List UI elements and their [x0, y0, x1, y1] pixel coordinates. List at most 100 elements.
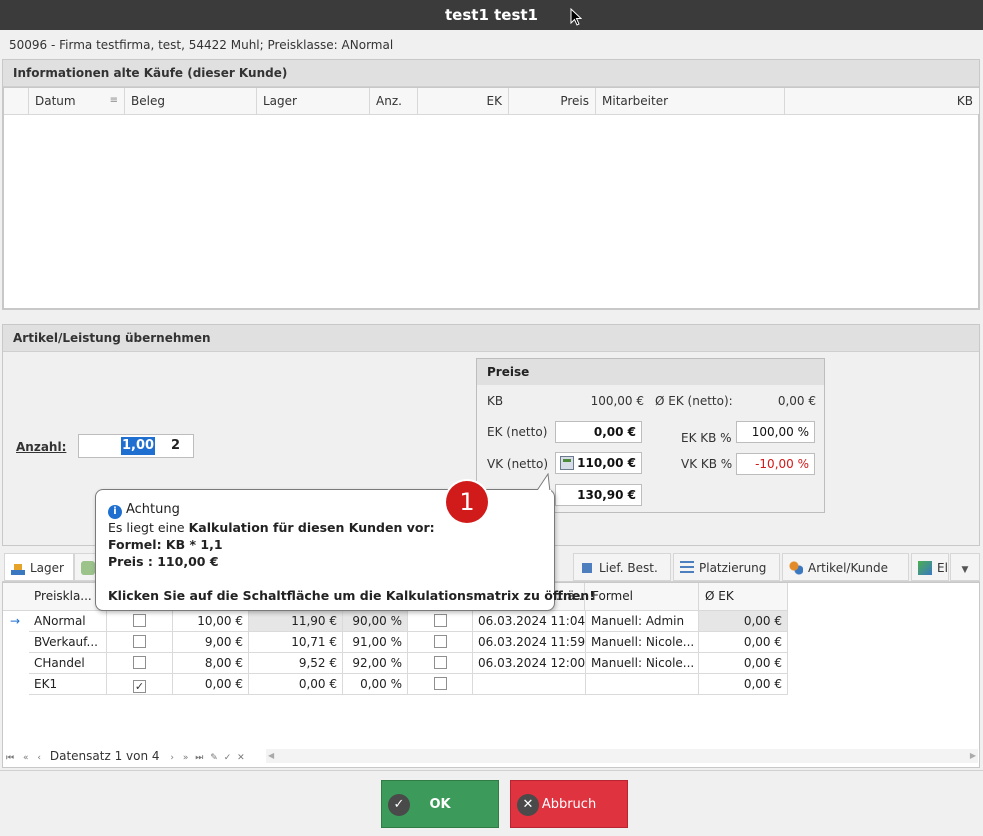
grid-cell-pct[interactable]: 0,00 % — [343, 674, 408, 695]
ek-kb-percent-field[interactable]: 100,00 % — [736, 421, 815, 443]
ok-button[interactable]: ✓ OK — [381, 780, 499, 828]
article-title: Artikel/Leistung übernehmen — [3, 325, 979, 352]
vk-netto-field[interactable]: 110,00 € — [555, 452, 642, 474]
grid-cell-checked2 — [408, 674, 473, 695]
grid-cell-date[interactable]: 06.03.2024 12:00 — [473, 653, 586, 674]
grid-cell-date[interactable]: 06.03.2024 11:04 — [473, 611, 586, 632]
save-record-icon[interactable]: ✓ — [224, 753, 232, 763]
checkbox[interactable] — [433, 614, 447, 627]
last-record-icon[interactable]: ⏭ — [195, 753, 203, 763]
grid-cell-avg_ek[interactable]: 0,00 € — [699, 674, 788, 695]
tab-el[interactable]: El — [911, 553, 949, 581]
vk-netto-label: VK (netto) — [487, 457, 548, 471]
next-page-icon[interactable]: » — [183, 753, 189, 763]
checkbox[interactable] — [433, 656, 447, 669]
avg-ek-value: 0,00 € — [777, 394, 816, 408]
grid-cell-pct[interactable]: 91,00 % — [343, 632, 408, 653]
grid-cell-formel[interactable]: Manuell: Nicole... — [586, 632, 699, 653]
ek-netto-field[interactable]: 0,00 € — [555, 421, 642, 443]
checkbox[interactable] — [133, 614, 146, 627]
chevron-down-icon: ▼ — [961, 565, 969, 575]
grid-cell-avg_ek[interactable]: 0,00 € — [699, 632, 788, 653]
tab-lager[interactable]: Lager — [4, 553, 74, 581]
prices-title: Preise — [477, 359, 824, 385]
step-badge: 1 — [446, 481, 488, 523]
grid-cell-name[interactable]: BVerkauf... — [29, 632, 107, 653]
tooltip-hint: Klicken Sie auf die Schaltfläche um die … — [108, 588, 595, 603]
order-icon — [580, 561, 594, 575]
edit-record-icon[interactable]: ✎ — [210, 753, 218, 763]
grid-cell-pct[interactable]: 90,00 % — [343, 611, 408, 632]
column-header-kb[interactable]: KB — [785, 88, 979, 114]
vk-brutto-field[interactable]: 130,90 € — [555, 484, 642, 506]
grid-cell-formel[interactable] — [586, 674, 699, 695]
grid-cell-brutto[interactable]: 11,90 € — [249, 611, 343, 632]
record-navigator: ⏮ « ‹ Datensatz 1 von 4 › » ⏭ ✎ ✓ ✕ — [6, 748, 266, 764]
tab-hidden[interactable] — [74, 553, 96, 581]
column-header-datum[interactable]: Datum ≡ — [29, 88, 125, 114]
column-header-lager[interactable]: Lager — [257, 88, 370, 114]
grid-cell-netto[interactable]: 8,00 € — [173, 653, 249, 674]
grid-cell-name[interactable]: EK1 — [29, 674, 107, 695]
grid-cell-brutto[interactable]: 10,71 € — [249, 632, 343, 653]
column-header-ek[interactable]: EK — [418, 88, 509, 114]
grid-cell-avg_ek[interactable]: 0,00 € — [699, 611, 788, 632]
tooltip-pointer — [535, 473, 551, 493]
grid-cell-formel[interactable]: Manuell: Admin — [586, 611, 699, 632]
vk-kb-percent-field[interactable]: -10,00 % — [736, 453, 815, 475]
grid-cell-name[interactable]: ANormal — [29, 611, 107, 632]
scroll-left-icon[interactable]: ◀ — [268, 749, 274, 763]
grid-cell-name[interactable]: CHandel — [29, 653, 107, 674]
tab-overflow-dropdown[interactable]: ▼ — [950, 553, 980, 581]
info-icon: i — [108, 505, 122, 519]
column-header-mitarbeiter[interactable]: Mitarbeiter — [596, 88, 785, 114]
horizontal-scrollbar[interactable]: ◀ ▶ — [266, 749, 978, 763]
checkbox[interactable] — [433, 635, 447, 648]
grid-cell-netto[interactable]: 10,00 € — [173, 611, 249, 632]
grid-cell-date[interactable]: 06.03.2024 11:59 — [473, 632, 586, 653]
previous-record-icon[interactable]: ‹ — [37, 753, 41, 763]
kb-value: 100,00 € — [590, 394, 644, 408]
old-purchases-group: Informationen alte Käufe (dieser Kunde) … — [2, 59, 980, 310]
grid-cell-netto[interactable]: 9,00 € — [173, 632, 249, 653]
map-icon — [918, 561, 932, 575]
grid-cell-pct[interactable]: 92,00 % — [343, 653, 408, 674]
cancel-button[interactable]: ✕ Abbruch — [510, 780, 628, 828]
grid-cell-avg_ek[interactable]: 0,00 € — [699, 653, 788, 674]
grid-cell-date[interactable] — [473, 674, 586, 695]
first-record-icon[interactable]: ⏮ — [6, 753, 14, 763]
grid-cell-netto[interactable]: 0,00 € — [173, 674, 249, 695]
grid-cell-brutto[interactable]: 9,52 € — [249, 653, 343, 674]
tab-artikel-kunde[interactable]: Artikel/Kunde — [782, 553, 909, 581]
next-record-icon[interactable]: › — [170, 753, 174, 763]
tab-lief-best[interactable]: Lief. Best. — [573, 553, 671, 581]
tooltip-price: Preis : 110,00 € — [108, 554, 219, 569]
column-header-beleg[interactable]: Beleg — [125, 88, 257, 114]
checkbox[interactable] — [133, 656, 146, 669]
checkbox[interactable] — [133, 635, 146, 648]
grid-cell-checked — [107, 611, 173, 632]
vk-kb-label: VK KB % — [681, 457, 733, 471]
old-purchases-grid[interactable]: Datum ≡ Beleg Lager Anz. EK Preis Mitarb… — [3, 87, 979, 309]
tooltip-formula: Formel: KB * 1,1 — [108, 537, 223, 552]
vk-netto-value: 110,00 € — [577, 456, 636, 470]
calculator-icon[interactable] — [560, 456, 574, 470]
cancel-record-icon[interactable]: ✕ — [237, 753, 245, 763]
quantity-input[interactable]: 1,00 2 — [78, 434, 194, 458]
previous-page-icon[interactable]: « — [23, 753, 29, 763]
tooltip-line1: Es liegt eine Kalkulation für diesen Kun… — [108, 520, 435, 535]
grid-cell-brutto[interactable]: 0,00 € — [249, 674, 343, 695]
tab-platzierung[interactable]: Platzierung — [673, 553, 780, 581]
checkbox[interactable] — [433, 677, 447, 690]
column-header-formel[interactable]: Formel — [586, 583, 699, 611]
column-header-avg-ek[interactable]: Ø EK — [699, 583, 788, 611]
grid-cell-formel[interactable]: Manuell: Nicole... — [586, 653, 699, 674]
list-icon — [680, 561, 694, 575]
checkbox[interactable]: ✓ — [133, 680, 146, 693]
grid-cell-checked — [107, 632, 173, 653]
scroll-right-icon[interactable]: ▶ — [970, 749, 976, 763]
sort-filter-icon[interactable]: ≡ — [110, 88, 118, 114]
column-header-preis[interactable]: Preis — [509, 88, 596, 114]
window-title-bar: test1 test1 — [0, 0, 983, 30]
column-header-anz[interactable]: Anz. — [370, 88, 418, 114]
